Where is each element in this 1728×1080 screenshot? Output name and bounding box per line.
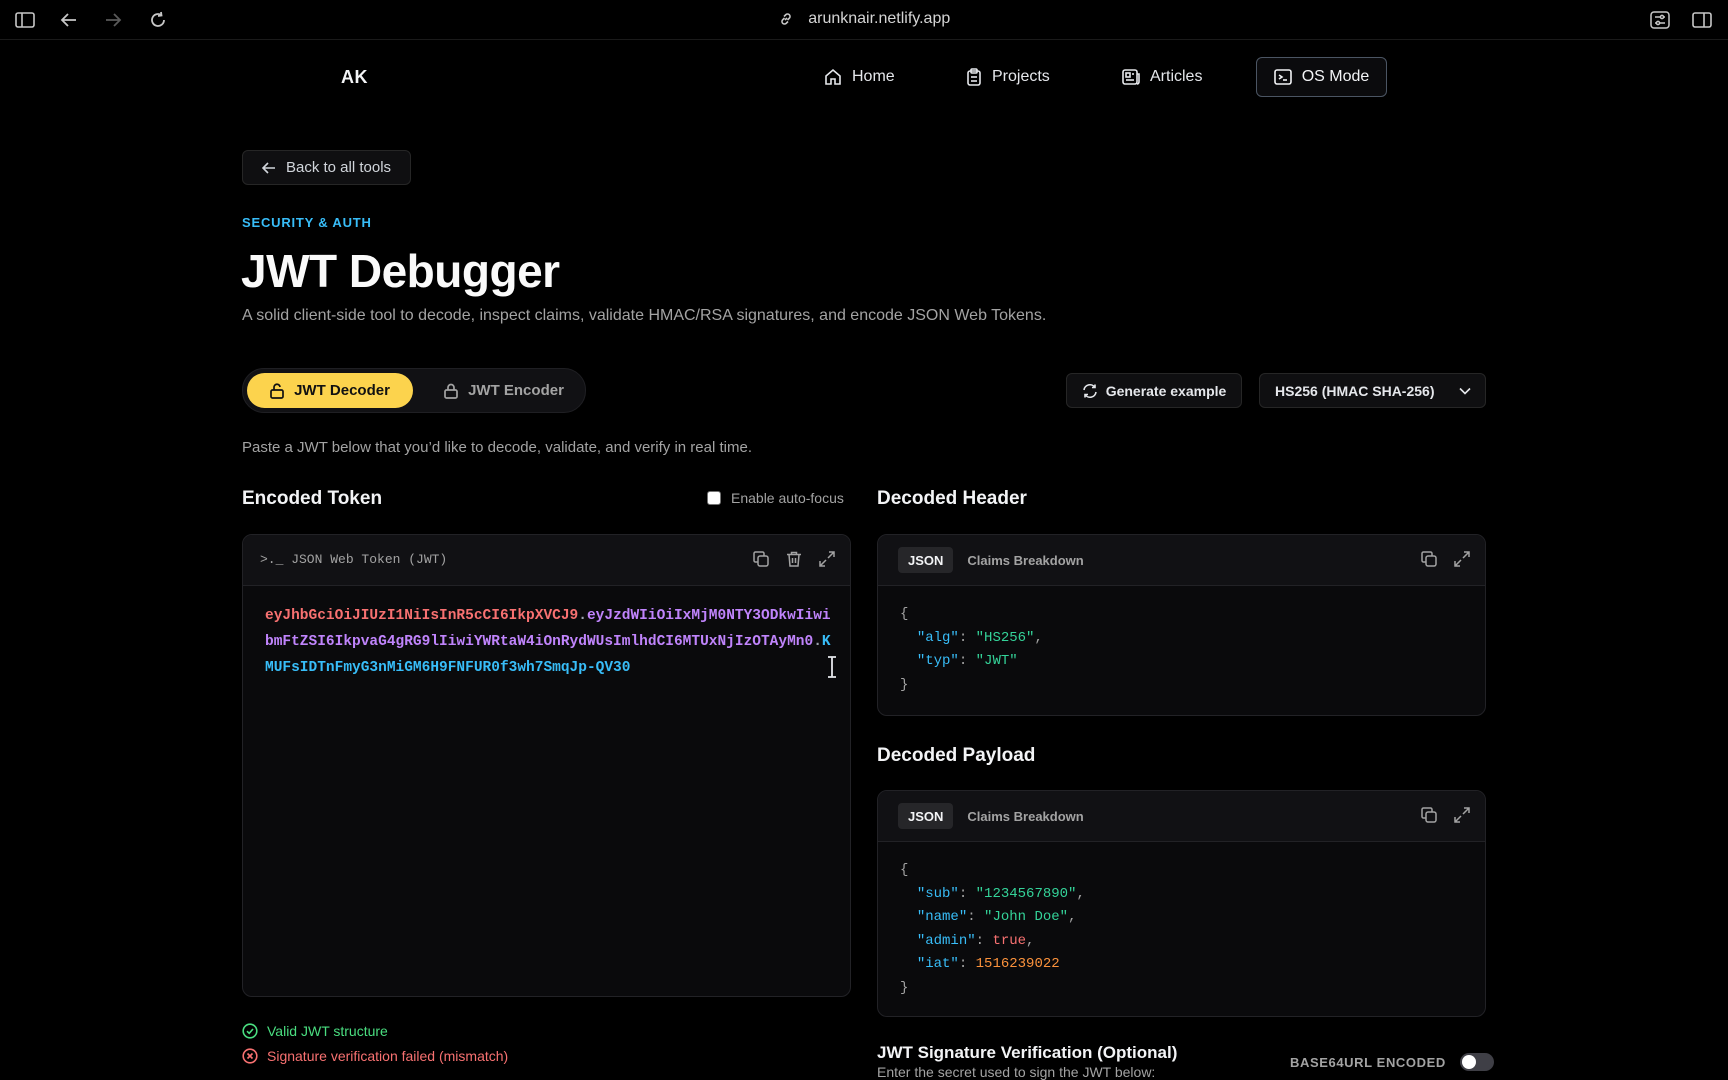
json-key: "typ" xyxy=(916,653,959,669)
token-separator: . xyxy=(813,634,822,650)
back-to-tools-button[interactable]: Back to all tools xyxy=(242,150,411,185)
os-mode-button[interactable]: OS Mode xyxy=(1256,57,1387,97)
payload-tab-json[interactable]: JSON xyxy=(898,803,954,829)
expand-icon[interactable] xyxy=(1453,806,1471,824)
generate-example-button[interactable]: Generate example xyxy=(1066,373,1242,408)
nav-home-label: Home xyxy=(852,68,895,85)
nav-projects[interactable]: Projects xyxy=(966,57,1050,97)
auto-focus-label: Enable auto-focus xyxy=(731,490,844,506)
signature-failed-text: Signature verification failed (mismatch) xyxy=(267,1048,509,1064)
home-icon xyxy=(825,68,841,85)
link-icon xyxy=(781,13,791,25)
json-value: "1234567890" xyxy=(975,885,1077,902)
signature-verification-subtitle: Enter the secret used to sign the JWT be… xyxy=(877,1064,1156,1080)
header-tab-claims[interactable]: Claims Breakdown xyxy=(957,547,1093,573)
decoded-header-toolbar: JSON Claims Breakdown xyxy=(878,535,1485,586)
algorithm-select[interactable]: HS256 (HMAC SHA-256) xyxy=(1259,373,1486,408)
json-value: "John Doe" xyxy=(984,909,1069,925)
os-mode-label: OS Mode xyxy=(1301,68,1370,85)
address-bar[interactable]: arunknair.netlify.app xyxy=(0,10,1728,28)
encoded-token-header: >._ JSON Web Token (JWT) xyxy=(243,535,850,586)
jwt-encoder-tab[interactable]: JWT Encoder xyxy=(439,373,569,408)
base64url-label: BASE64URL ENCODED xyxy=(1290,1054,1446,1070)
arrow-left-icon xyxy=(261,161,275,174)
expand-icon[interactable] xyxy=(1453,550,1471,568)
back-label: Back to all tools xyxy=(285,159,392,176)
token-separator: . xyxy=(578,608,587,624)
jwt-encoder-label: JWT Encoder xyxy=(468,382,564,399)
extensions-icon[interactable] xyxy=(1648,8,1672,32)
expand-icon[interactable] xyxy=(818,550,836,568)
page-title: JWT Debugger xyxy=(241,245,560,297)
json-value: 1516239022 xyxy=(975,956,1060,972)
newspaper-icon xyxy=(1122,69,1140,85)
jwt-decoder-tab[interactable]: JWT Decoder xyxy=(247,373,413,408)
category-label: SECURITY & AUTH xyxy=(242,215,372,230)
copy-icon[interactable] xyxy=(752,550,770,568)
json-value: "HS256" xyxy=(975,629,1035,646)
json-value: true xyxy=(992,932,1027,949)
intro-text: Paste a JWT below that you’d like to dec… xyxy=(242,439,752,456)
json-value: "JWT" xyxy=(975,653,1018,669)
encoded-token-title: Encoded Token xyxy=(242,488,383,509)
json-key: "alg" xyxy=(916,629,959,646)
x-circle-icon xyxy=(242,1048,258,1064)
valid-structure-status: Valid JWT structure xyxy=(242,1023,388,1039)
json-key: "name" xyxy=(916,909,968,925)
nav-home[interactable]: Home xyxy=(824,57,895,97)
encoded-panel-label: >._ JSON Web Token (JWT) xyxy=(260,552,448,567)
unlock-icon xyxy=(270,382,284,399)
chevron-down-icon xyxy=(1459,387,1471,395)
auto-focus-checkbox[interactable] xyxy=(707,491,721,505)
header-tab-json[interactable]: JSON xyxy=(898,547,954,573)
decoded-header-json: { "alg": "HS256", "typ": "JWT" } xyxy=(900,606,1043,693)
lock-icon xyxy=(444,383,458,399)
algorithm-value: HS256 (HMAC SHA-256) xyxy=(1275,382,1435,399)
json-key: "sub" xyxy=(916,885,959,902)
encoded-token-panel: >._ JSON Web Token (JWT) eyJhbGciOiJIUzI… xyxy=(242,534,851,997)
decoded-header-title: Decoded Header xyxy=(877,488,1027,509)
copy-icon[interactable] xyxy=(1420,806,1438,824)
payload-tab-claims[interactable]: Claims Breakdown xyxy=(957,803,1093,829)
decoded-payload-title: Decoded Payload xyxy=(877,745,1036,766)
token-header-part: eyJhbGciOiJIUzI1NiIsInR5cCI6IkpXVCJ9 xyxy=(265,608,579,624)
terminal-icon xyxy=(1273,69,1292,85)
page-subtitle: A solid client-side tool to decode, insp… xyxy=(242,307,1047,324)
decoded-payload-panel: JSON Claims Breakdown { "sub": "12345678… xyxy=(877,790,1486,1017)
mode-switch: JWT Decoder JWT Encoder xyxy=(242,368,586,413)
signature-verification-title: JWT Signature Verification (Optional) xyxy=(877,1043,1178,1062)
valid-structure-text: Valid JWT structure xyxy=(267,1023,388,1039)
nav-articles[interactable]: Articles xyxy=(1122,57,1202,97)
copy-icon[interactable] xyxy=(1420,550,1438,568)
clipboard-icon xyxy=(967,68,981,86)
refresh-icon xyxy=(1082,383,1097,398)
decoded-payload-json: { "sub": "1234567890", "name": "John Doe… xyxy=(900,862,1085,996)
browser-toolbar: arunknair.netlify.app xyxy=(0,0,1728,40)
nav-projects-label: Projects xyxy=(992,68,1050,85)
signature-failed-status: Signature verification failed (mismatch) xyxy=(242,1048,508,1064)
generate-example-label: Generate example xyxy=(1105,382,1227,399)
decoded-payload-toolbar: JSON Claims Breakdown xyxy=(878,791,1485,842)
json-key: "admin" xyxy=(916,932,976,949)
nav-articles-label: Articles xyxy=(1150,68,1203,85)
encoded-token-input[interactable]: eyJhbGciOiJIUzI1NiIsInR5cCI6IkpXVCJ9.eyJ… xyxy=(265,603,833,681)
url-text: arunknair.netlify.app xyxy=(808,10,951,27)
base64url-toggle[interactable] xyxy=(1459,1053,1494,1071)
base64url-toggle-group: BASE64URL ENCODED xyxy=(1290,1053,1494,1071)
check-circle-icon xyxy=(242,1023,258,1039)
text-cursor-icon xyxy=(826,656,838,684)
auto-focus-toggle[interactable]: Enable auto-focus xyxy=(707,490,844,506)
site-logo[interactable]: AK xyxy=(341,67,368,88)
decoded-header-panel: JSON Claims Breakdown { "alg": "HS256", … xyxy=(877,534,1486,716)
trash-icon[interactable] xyxy=(785,550,803,568)
json-key: "iat" xyxy=(916,956,959,972)
split-view-icon[interactable] xyxy=(1690,8,1714,32)
jwt-decoder-label: JWT Decoder xyxy=(294,382,390,399)
